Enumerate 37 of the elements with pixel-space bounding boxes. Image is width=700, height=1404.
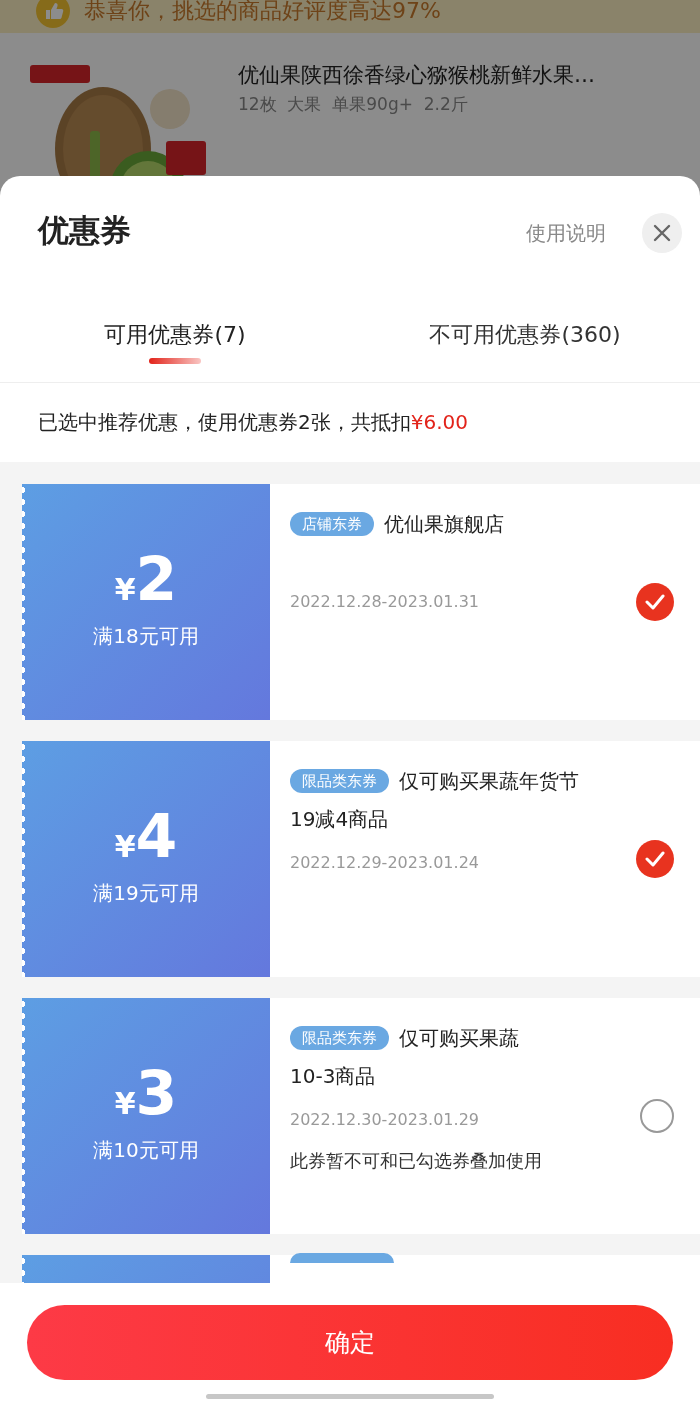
coupon-title: 优仙果旗舰店 <box>384 512 504 536</box>
coupon-title: 仅可购买果蔬 <box>399 1026 519 1050</box>
coupon-date: 2022.12.28-2023.01.31 <box>290 592 480 611</box>
coupon-card[interactable]: ¥3 满10元可用 限品类东券 仅可购买果蔬 10-3商品 2022.12.30-2023.01.29 此券暂不可和已勾选券叠加使用 <box>22 998 700 1234</box>
check-icon <box>645 594 665 610</box>
product-specs: 12枚 大果 单果90g+ 2.2斤 <box>238 93 469 116</box>
coupon-tag: 限品类东券 <box>290 1026 389 1050</box>
tab[interactable]: 不可用优惠券(360) <box>350 290 700 382</box>
coupon-amount: ¥4 <box>114 805 178 866</box>
coupon-tag: 店铺东券 <box>290 512 374 536</box>
close-button[interactable] <box>642 213 682 253</box>
coupon-title: 19减4商品 <box>290 807 389 831</box>
coupon-title: 10-3商品 <box>290 1064 376 1088</box>
coupon-date: 2022.12.30-2023.01.29 <box>290 1110 480 1129</box>
radio-button[interactable] <box>640 1099 674 1133</box>
close-icon <box>652 223 672 243</box>
coupon-condition: 满18元可用 <box>93 622 199 650</box>
sheet-title: 优惠券 <box>38 211 132 250</box>
checked-radio[interactable] <box>636 840 674 878</box>
coupon-card[interactable]: ¥2 满18元可用 店铺东券 优仙果旗舰店 2022.12.28-2023.01.31 <box>22 484 700 720</box>
coupon-note: 此券暂不可和已勾选券叠加使用 <box>290 1149 543 1173</box>
check-icon <box>645 851 665 867</box>
coupon-card[interactable]: ¥4 满19元可用 限品类东券 仅可购买果蔬年货节 19减4商品 2022.12.29-2023.01.24 <box>22 741 700 977</box>
tab[interactable]: 可用优惠券(7) <box>0 290 350 382</box>
coupon-condition: 满10元可用 <box>93 1136 199 1164</box>
coupon-title: 仅可购买果蔬年货节 <box>399 769 579 793</box>
coupon-amount: ¥2 <box>114 548 178 609</box>
coupon-amount: ¥3 <box>114 1062 178 1123</box>
coupon-date: 2022.12.29-2023.01.24 <box>290 853 480 872</box>
coupon-condition: 满19元可用 <box>93 879 199 907</box>
summary-text: 已选中推荐优惠，使用优惠券2张，共抵扣¥6.00 <box>38 409 468 436</box>
thumbs-up-icon <box>36 0 70 28</box>
product-title: 优仙果陕西徐香绿心猕猴桃新鲜水果… <box>238 62 595 89</box>
coupon-tag: 限品类东券 <box>290 769 389 793</box>
confirm-button[interactable]: 确定 <box>27 1305 673 1380</box>
checked-radio[interactable] <box>636 583 674 621</box>
help-link[interactable]: 使用说明 <box>526 219 606 247</box>
